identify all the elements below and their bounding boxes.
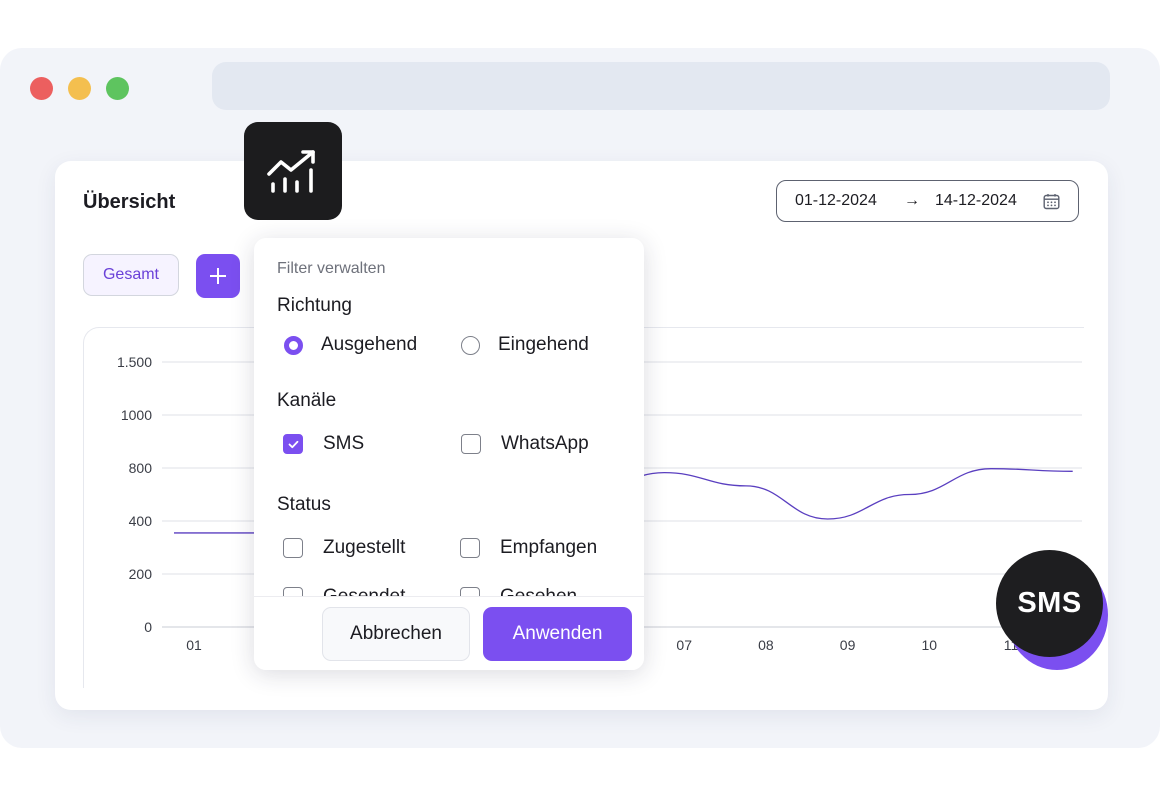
filter-panel: Filter verwalten Richtung Ausgehend Eing…	[254, 238, 644, 670]
filter-chip-total[interactable]: Gesamt	[83, 254, 179, 296]
radio-outgoing-indicator[interactable]	[284, 335, 303, 355]
checkbox-sent-label: Gesendet	[323, 586, 405, 596]
date-start: 01-12-2024	[795, 192, 877, 209]
radio-outgoing-label: Ausgehend	[321, 334, 418, 355]
checkbox-received-label: Empfangen	[500, 537, 598, 558]
date-range-picker[interactable]: 01-12-2024 → 14-12-2024	[776, 180, 1079, 222]
checkbox-whatsapp-label: WhatsApp	[501, 433, 589, 454]
y-tick-label: 400	[129, 513, 153, 529]
add-filter-button[interactable]	[196, 254, 240, 298]
checkbox-seen-box[interactable]	[460, 587, 480, 596]
checkbox-sms-label: SMS	[323, 433, 365, 454]
checkbox-sent-box[interactable]	[283, 587, 303, 596]
trending-up-icon	[267, 150, 315, 193]
x-tick-label: 07	[676, 637, 692, 653]
scroll-overflow: Gesendet Gesehen	[254, 568, 644, 596]
y-tick-label: 800	[129, 460, 153, 476]
date-arrow: →	[904, 192, 920, 209]
checkbox-seen-label: Gesehen	[500, 586, 577, 596]
checkbox-whatsapp[interactable]: WhatsApp	[461, 433, 589, 455]
address-bar[interactable]	[212, 62, 1110, 110]
checkbox-delivered-label: Zugestellt	[323, 537, 406, 558]
sms-badge: SMS	[996, 550, 1108, 672]
section-status-label: Status	[277, 494, 331, 515]
x-tick-label: 08	[758, 637, 774, 653]
checkbox-whatsapp-box[interactable]	[461, 434, 481, 454]
y-tick-label: 1.500	[117, 354, 152, 370]
page-title: Übersicht	[83, 191, 176, 213]
sms-badge-label: SMS	[996, 550, 1103, 657]
radio-outgoing[interactable]: Ausgehend	[284, 334, 417, 356]
y-tick-label: 0	[144, 619, 152, 635]
section-channels-label: Kanäle	[277, 390, 337, 411]
calendar-icon[interactable]	[1043, 193, 1060, 215]
checkbox-sent[interactable]: Gesendet	[283, 586, 405, 596]
checkmark-icon	[288, 440, 298, 448]
radio-incoming[interactable]: Eingehend	[461, 334, 589, 356]
checkbox-seen[interactable]: Gesehen	[460, 586, 577, 596]
date-end: 14-12-2024	[935, 192, 1017, 209]
checkbox-sms-box[interactable]	[283, 434, 303, 454]
checkbox-delivered-box[interactable]	[283, 538, 303, 558]
apply-button[interactable]: Anwenden	[483, 607, 632, 661]
y-tick-label: 200	[129, 566, 153, 582]
checkbox-delivered[interactable]: Zugestellt	[283, 537, 405, 559]
cancel-button[interactable]: Abbrechen	[322, 607, 470, 661]
window-maximize-dot[interactable]	[106, 77, 129, 100]
filter-panel-heading: Filter verwalten	[277, 260, 386, 277]
trend-badge	[244, 122, 342, 220]
plus-icon	[210, 268, 226, 284]
x-tick-label: 09	[840, 637, 856, 653]
window-close-dot[interactable]	[30, 77, 53, 100]
checkbox-received-box[interactable]	[460, 538, 480, 558]
x-tick-label: 01	[186, 637, 202, 653]
checkbox-received[interactable]: Empfangen	[460, 537, 597, 559]
section-direction-label: Richtung	[277, 295, 352, 316]
filter-panel-footer: Abbrechen Anwenden	[254, 596, 644, 670]
window-minimize-dot[interactable]	[68, 77, 91, 100]
x-tick-label: 10	[922, 637, 938, 653]
y-tick-label: 1000	[121, 407, 152, 423]
radio-incoming-label: Eingehend	[498, 334, 589, 355]
radio-incoming-indicator[interactable]	[461, 335, 480, 355]
checkbox-sms[interactable]: SMS	[283, 433, 364, 455]
